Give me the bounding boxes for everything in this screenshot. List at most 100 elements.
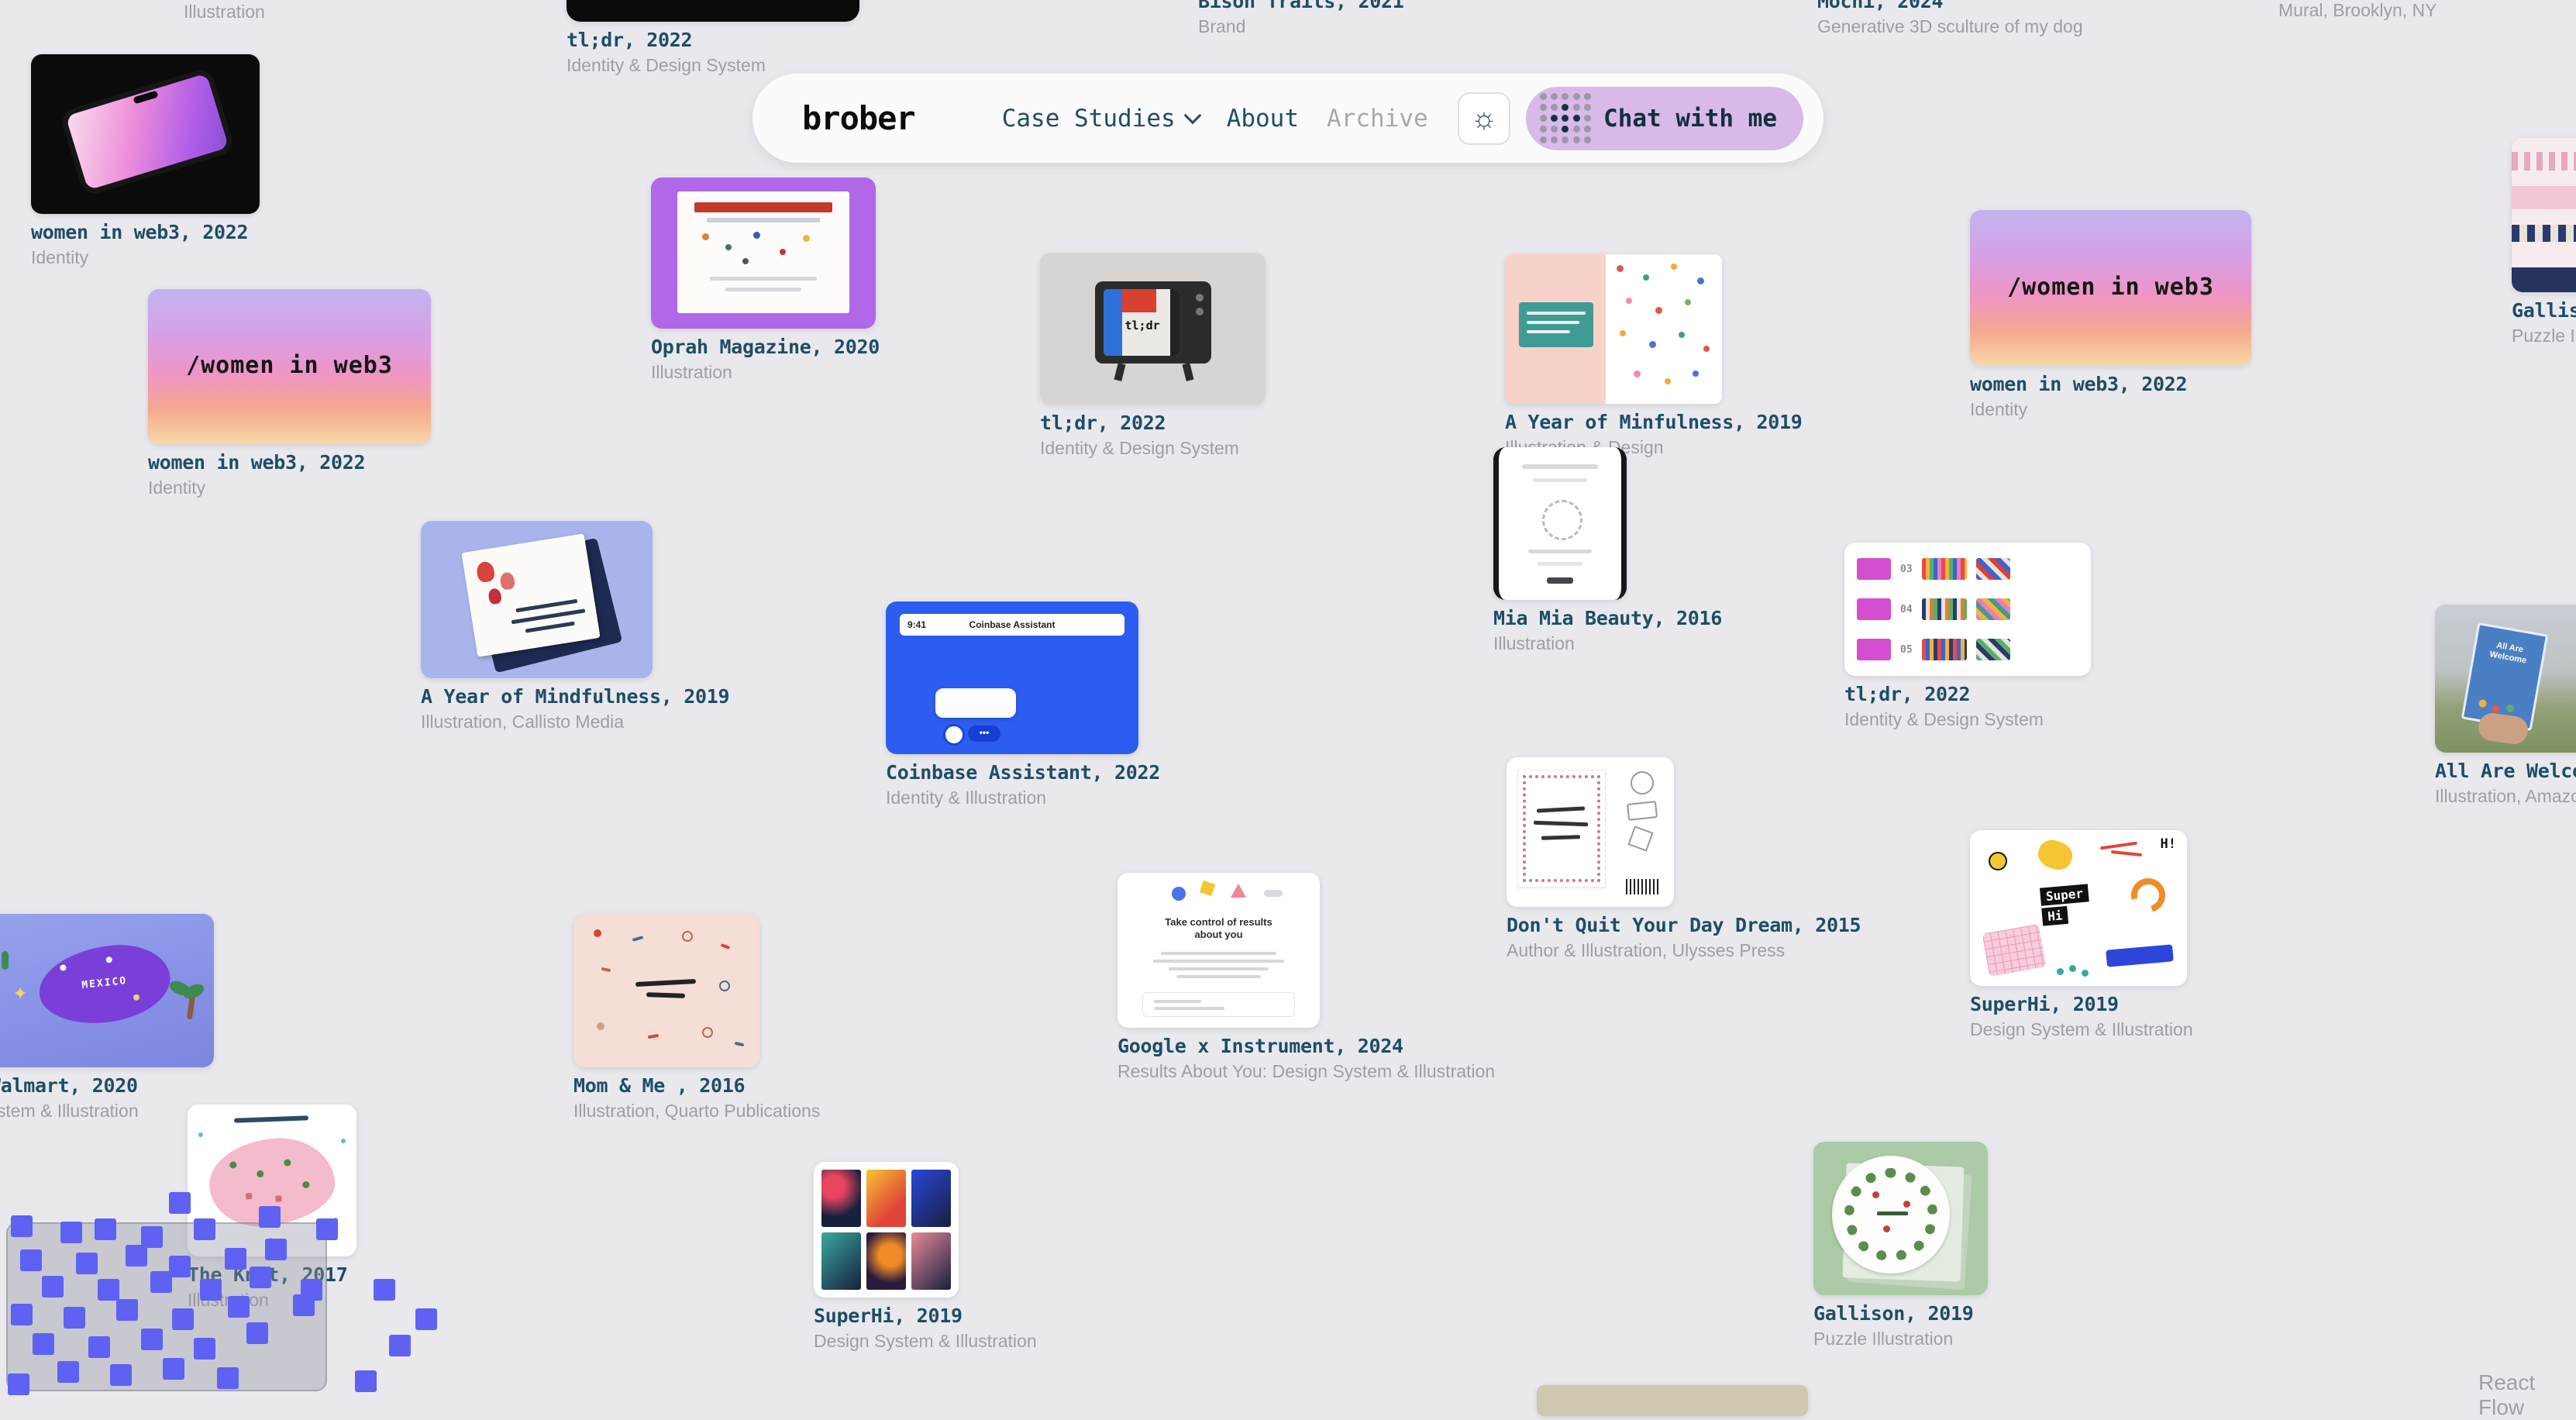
project-card-superhi-right[interactable]: H! Super Hi SuperHi, 2019 Design System … [1970,830,2187,1039]
project-card-walmart[interactable]: MEXICO ✦ Walmart, 2020 Design System & I… [0,914,214,1121]
project-card-google-instrument[interactable]: Take control of results about you Google… [1118,873,1320,1081]
node-square[interactable] [141,1329,163,1350]
node-square[interactable] [172,1308,194,1330]
node-square[interactable] [116,1299,138,1321]
react-flow-attribution[interactable]: React Flow [2478,1370,2576,1420]
nav-case-studies[interactable]: Case Studies [1002,105,1199,133]
node-square[interactable] [301,1279,322,1301]
card-subtitle: Design System & Illustration [814,1331,959,1351]
card-subtitle: Puzzle Illustration [2512,326,2576,346]
node-square[interactable] [169,1256,191,1277]
card-title: SuperHi, 2019 [1970,994,2187,1015]
node-square[interactable] [76,1253,98,1274]
node-square[interactable] [217,1367,239,1389]
node-square[interactable] [126,1245,147,1267]
node-square[interactable] [265,1239,287,1260]
project-card-bottom-sliver[interactable] [1537,1385,1808,1416]
node-square[interactable] [163,1358,184,1380]
theme-toggle-button[interactable]: ☼ [1458,92,1510,145]
node-square[interactable] [88,1336,110,1358]
node-square[interactable] [110,1364,132,1386]
project-card-tldr-palette[interactable]: 03 04 05 tl;dr, 2022 Identity & Design S… [1844,543,2091,729]
project-card-women-in-web3-phone[interactable]: women in web3, 2022 Identity [31,54,260,267]
node-square[interactable] [250,1267,271,1288]
node-square[interactable] [169,1192,191,1214]
card-artwork [421,521,653,678]
card-artwork: tl;dr [1040,253,1266,405]
node-square[interactable] [415,1308,437,1330]
node-square[interactable] [60,1222,82,1243]
card-artwork [1505,254,1722,404]
card-subtitle: Author & Illustration, Ulysses Press [1507,940,1674,960]
node-square[interactable] [194,1338,215,1360]
node-square[interactable] [228,1296,250,1318]
card-artwork [1537,1385,1808,1416]
chevron-down-icon [1183,106,1201,124]
card-title: tl;dr, 2022 [1844,684,2091,705]
top-navigation: brober Case Studies About Archive ☼ Chat… [752,74,1824,163]
card-subtitle: Identity [31,247,260,267]
project-card-mom-and-me[interactable]: Mom & Me , 2016 Illustration, Quarto Pub… [573,914,759,1121]
project-card-women-in-web3-left[interactable]: /women in web3 women in web3, 2022 Ident… [148,289,431,498]
node-square[interactable] [20,1249,42,1271]
node-square[interactable] [64,1307,85,1329]
project-card-gallison-bottom[interactable]: Gallison, 2019 Puzzle Illustration [1813,1142,1988,1349]
node-square[interactable] [355,1370,377,1392]
nav-archive[interactable]: Archive [1327,105,1428,133]
project-card-women-in-web3-right[interactable]: /women in web3 women in web3, 2022 Ident… [1970,210,2251,419]
card-title: women in web3, 2022 [31,222,260,243]
node-square[interactable] [8,1373,29,1395]
node-square[interactable] [316,1218,338,1240]
project-card-tldr-tv[interactable]: tl;dr tl;dr, 2022 Identity & Design Syst… [1040,253,1266,458]
node-square[interactable] [33,1333,54,1355]
node-square[interactable] [11,1215,33,1237]
site-logo[interactable]: brober [802,74,915,163]
node-square[interactable] [11,1304,33,1325]
card-artwork [1813,1142,1988,1295]
node-square[interactable] [200,1279,222,1301]
card-title: Mom & Me , 2016 [573,1075,759,1097]
card-title: women in web3, 2022 [148,452,431,474]
card-subtitle: Illustration, Quarto Publications [573,1101,759,1121]
nav-about[interactable]: About [1227,105,1299,133]
node-square[interactable] [225,1248,246,1270]
node-square[interactable] [95,1218,116,1240]
card-subtitle: Identity & Design System [1844,709,2091,729]
project-card-mindfulness-book[interactable]: A Year of Mindfulness, 2019 Illustration… [421,521,653,732]
wordmark: /women in web3 [148,352,431,379]
chat-with-me-button[interactable]: Chat with me [1526,87,1803,150]
project-card-coinbase-assistant[interactable]: 9:41 Coinbase Assistant ••• Coinbase Ass… [886,601,1138,808]
project-card-oprah-magazine[interactable]: Oprah Magazine, 2020 Illustration [651,178,876,382]
node-square[interactable] [194,1218,215,1240]
node-square[interactable] [389,1335,411,1356]
card-label-mochi[interactable]: Mochi, 2024 Generative 3D sculture of my… [1817,0,2083,36]
node-square[interactable] [246,1322,268,1344]
card-title: Mia Mia Beauty, 2016 [1493,608,1627,629]
node-square[interactable] [57,1361,79,1383]
project-card-superhi-bottom[interactable]: SuperHi, 2019 Design System & Illustrati… [814,1162,959,1351]
card-artwork [814,1162,959,1298]
card-label: Don't Quit Your Day Dream, 2015 Author &… [1507,915,1674,960]
card-artwork [1507,757,1674,907]
project-card-dont-quit[interactable]: Don't Quit Your Day Dream, 2015 Author &… [1507,757,1674,960]
project-card-mia-mia-beauty[interactable]: Mia Mia Beauty, 2016 Illustration [1493,447,1627,653]
project-card-tldr-top[interactable]: tl;dr, 2022 Identity & Design System [567,0,859,75]
palette-row-number: 04 [1900,604,1913,615]
card-label-bison-trails[interactable]: Bison Trails, 2021 Brand [1198,0,1404,36]
node-square[interactable] [98,1279,119,1301]
node-square[interactable] [374,1279,395,1301]
node-square[interactable] [150,1271,172,1293]
card-artwork: H! Super Hi [1970,830,2187,986]
node-square[interactable] [259,1206,281,1228]
dot-matrix-icon [1540,93,1591,143]
project-card-all-are-welcome[interactable]: All Are Welcome All Are Welcome, 2021 Il… [2435,605,2576,806]
project-card-year-of-minfulness[interactable]: A Year of Minfulness, 2019 Illustration … [1505,254,1722,457]
card-label: Gallison, 2019 Puzzle Illustration [1813,1303,1988,1349]
card-label: women in web3, 2022 Identity [31,222,260,267]
node-square[interactable] [42,1276,64,1298]
card-title: SuperHi, 2019 [814,1305,959,1327]
card-label: Coinbase Assistant, 2022 Identity & Illu… [886,762,1138,808]
superhi-logo: Super Hi [2040,884,2091,925]
chat-dots: ••• [968,726,1000,742]
project-card-gallison-right[interactable]: Gallison, 2019 Puzzle Illustration [2512,138,2576,346]
